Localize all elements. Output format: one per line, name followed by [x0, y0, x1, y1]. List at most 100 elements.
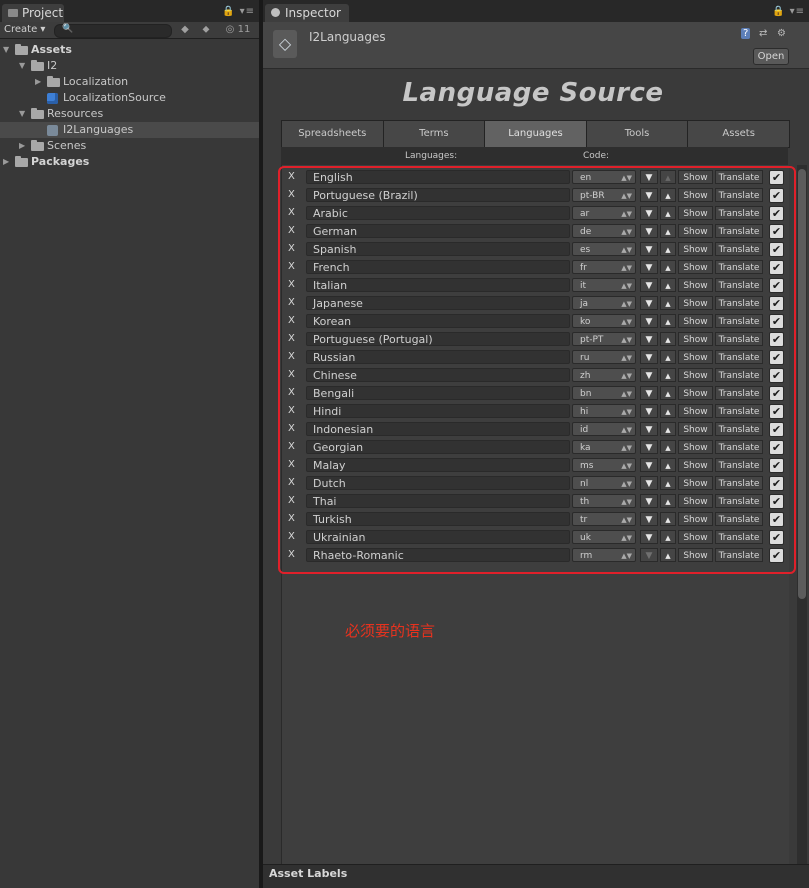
- tree-item[interactable]: I2Languages: [0, 122, 259, 138]
- translate-button[interactable]: Translate: [715, 458, 763, 472]
- move-down-button[interactable]: ▼: [640, 332, 658, 346]
- enabled-checkbox[interactable]: ✔: [769, 440, 784, 455]
- language-name-field[interactable]: English: [306, 170, 570, 184]
- language-code-dropdown[interactable]: es ▲▼: [572, 242, 636, 256]
- expanded-arrow-icon[interactable]: ▼: [19, 58, 29, 74]
- show-button[interactable]: Show: [678, 386, 713, 400]
- filter-by-label-icon[interactable]: ⬥: [199, 24, 213, 36]
- translate-button[interactable]: Translate: [715, 170, 763, 184]
- move-up-button[interactable]: ▲: [660, 368, 676, 382]
- tab-terms[interactable]: Terms: [383, 121, 486, 147]
- show-button[interactable]: Show: [678, 512, 713, 526]
- enabled-checkbox[interactable]: ✔: [769, 278, 784, 293]
- tab-languages[interactable]: Languages: [485, 121, 587, 147]
- language-name-field[interactable]: Bengali: [306, 386, 570, 400]
- translate-button[interactable]: Translate: [715, 530, 763, 544]
- language-name-field[interactable]: Malay: [306, 458, 570, 472]
- language-name-field[interactable]: Italian: [306, 278, 570, 292]
- language-name-field[interactable]: Spanish: [306, 242, 570, 256]
- remove-language-button[interactable]: X: [288, 243, 295, 254]
- move-down-button[interactable]: ▼: [640, 476, 658, 490]
- remove-language-button[interactable]: X: [288, 351, 295, 362]
- language-code-dropdown[interactable]: rm ▲▼: [572, 548, 636, 562]
- move-up-button[interactable]: ▲: [660, 548, 676, 562]
- enabled-checkbox[interactable]: ✔: [769, 458, 784, 473]
- enabled-checkbox[interactable]: ✔: [769, 404, 784, 419]
- tab-inspector[interactable]: Inspector: [265, 4, 349, 22]
- enabled-checkbox[interactable]: ✔: [769, 314, 784, 329]
- translate-button[interactable]: Translate: [715, 242, 763, 256]
- enabled-checkbox[interactable]: ✔: [769, 386, 784, 401]
- move-up-button[interactable]: ▲: [660, 260, 676, 274]
- enabled-checkbox[interactable]: ✔: [769, 530, 784, 545]
- translate-button[interactable]: Translate: [715, 440, 763, 454]
- move-down-button[interactable]: ▼: [640, 224, 658, 238]
- language-name-field[interactable]: Dutch: [306, 476, 570, 490]
- enabled-checkbox[interactable]: ✔: [769, 242, 784, 257]
- translate-button[interactable]: Translate: [715, 548, 763, 562]
- scrollbar-thumb[interactable]: [798, 169, 806, 599]
- move-down-button[interactable]: ▼: [640, 278, 658, 292]
- tree-item[interactable]: ▶ Scenes: [0, 138, 259, 154]
- language-code-dropdown[interactable]: de ▲▼: [572, 224, 636, 238]
- move-down-button[interactable]: ▼: [640, 314, 658, 328]
- move-up-button[interactable]: ▲: [660, 206, 676, 220]
- remove-language-button[interactable]: X: [288, 207, 295, 218]
- translate-button[interactable]: Translate: [715, 368, 763, 382]
- move-down-button[interactable]: ▼: [640, 170, 658, 184]
- show-button[interactable]: Show: [678, 350, 713, 364]
- language-code-dropdown[interactable]: pt-BR ▲▼: [572, 188, 636, 202]
- move-down-button[interactable]: ▼: [640, 404, 658, 418]
- translate-button[interactable]: Translate: [715, 314, 763, 328]
- move-down-button[interactable]: ▼: [640, 548, 658, 562]
- move-down-button[interactable]: ▼: [640, 350, 658, 364]
- language-code-dropdown[interactable]: bn ▲▼: [572, 386, 636, 400]
- move-up-button[interactable]: ▲: [660, 386, 676, 400]
- show-button[interactable]: Show: [678, 206, 713, 220]
- translate-button[interactable]: Translate: [715, 278, 763, 292]
- translate-button[interactable]: Translate: [715, 422, 763, 436]
- translate-button[interactable]: Translate: [715, 494, 763, 508]
- move-up-button[interactable]: ▲: [660, 404, 676, 418]
- language-name-field[interactable]: Rhaeto-Romanic: [306, 548, 570, 562]
- tree-item[interactable]: ▶ Packages: [0, 154, 259, 170]
- create-button[interactable]: Create ▾: [4, 23, 45, 37]
- remove-language-button[interactable]: X: [288, 369, 295, 380]
- enabled-checkbox[interactable]: ✔: [769, 422, 784, 437]
- move-up-button[interactable]: ▲: [660, 512, 676, 526]
- language-name-field[interactable]: Japanese: [306, 296, 570, 310]
- move-up-button[interactable]: ▲: [660, 296, 676, 310]
- language-name-field[interactable]: Georgian: [306, 440, 570, 454]
- move-up-button[interactable]: ▲: [660, 350, 676, 364]
- vertical-scrollbar[interactable]: [797, 165, 807, 865]
- remove-language-button[interactable]: X: [288, 405, 295, 416]
- hidden-packages-toggle[interactable]: ◎ 11: [222, 24, 254, 36]
- tree-item[interactable]: ▼ Assets: [0, 42, 259, 58]
- search-input[interactable]: 🔍: [54, 24, 172, 38]
- move-down-button[interactable]: ▼: [640, 206, 658, 220]
- collapsed-arrow-icon[interactable]: ▶: [19, 138, 29, 154]
- move-up-button[interactable]: ▲: [660, 476, 676, 490]
- show-button[interactable]: Show: [678, 404, 713, 418]
- language-name-field[interactable]: French: [306, 260, 570, 274]
- remove-language-button[interactable]: X: [288, 225, 295, 236]
- move-up-button[interactable]: ▲: [660, 422, 676, 436]
- show-button[interactable]: Show: [678, 530, 713, 544]
- translate-button[interactable]: Translate: [715, 224, 763, 238]
- move-down-button[interactable]: ▼: [640, 512, 658, 526]
- translate-button[interactable]: Translate: [715, 296, 763, 310]
- move-down-button[interactable]: ▼: [640, 530, 658, 544]
- show-button[interactable]: Show: [678, 548, 713, 562]
- move-up-button[interactable]: ▲: [660, 332, 676, 346]
- translate-button[interactable]: Translate: [715, 260, 763, 274]
- enabled-checkbox[interactable]: ✔: [769, 260, 784, 275]
- move-up-button[interactable]: ▲: [660, 242, 676, 256]
- translate-button[interactable]: Translate: [715, 476, 763, 490]
- move-down-button[interactable]: ▼: [640, 422, 658, 436]
- remove-language-button[interactable]: X: [288, 495, 295, 506]
- language-code-dropdown[interactable]: zh ▲▼: [572, 368, 636, 382]
- translate-button[interactable]: Translate: [715, 350, 763, 364]
- language-code-dropdown[interactable]: pt-PT ▲▼: [572, 332, 636, 346]
- inspector-lock-menu-icon[interactable]: 🔒 ▾≡: [772, 6, 805, 17]
- remove-language-button[interactable]: X: [288, 387, 295, 398]
